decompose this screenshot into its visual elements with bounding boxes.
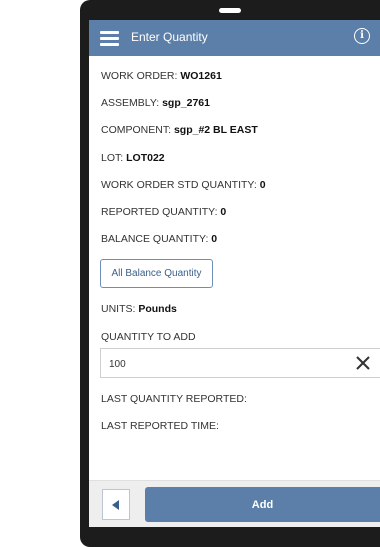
back-button[interactable] xyxy=(102,489,130,520)
wo-std-quantity-value: 0 xyxy=(259,179,266,191)
app-header: Enter Quantity i xyxy=(89,20,380,56)
info-icon[interactable]: i xyxy=(354,28,370,44)
units-row: UNITS: Pounds xyxy=(101,303,177,315)
work-order-row: WORK ORDER: WO1261 xyxy=(101,70,222,82)
balance-quantity-value: 0 xyxy=(211,233,218,245)
units-value: Pounds xyxy=(138,303,177,315)
component-value: sgp_#2 BL EAST xyxy=(173,124,258,136)
work-order-label: WORK ORDER: xyxy=(101,70,178,82)
wo-std-quantity-row: WORK ORDER STD QUANTITY: 0 xyxy=(101,179,266,191)
reported-quantity-row: REPORTED QUANTITY: 0 xyxy=(101,206,226,218)
wo-std-quantity-label: WORK ORDER STD QUANTITY: xyxy=(101,179,257,191)
balance-quantity-label: BALANCE QUANTITY: xyxy=(101,233,209,245)
last-quantity-reported-label: LAST QUANTITY REPORTED: xyxy=(101,393,247,405)
page-title: Enter Quantity xyxy=(131,30,208,44)
quantity-field xyxy=(100,348,380,378)
component-label: COMPONENT: xyxy=(101,124,172,136)
close-icon[interactable] xyxy=(354,354,372,372)
quantity-to-add-label: QUANTITY TO ADD xyxy=(101,331,196,343)
assembly-value: sgp_2761 xyxy=(162,97,210,109)
balance-quantity-row: BALANCE QUANTITY: 0 xyxy=(101,233,217,245)
lot-row: LOT: LOT022 xyxy=(101,152,165,164)
footer-bar: Add xyxy=(89,480,380,527)
last-reported-time-label: LAST REPORTED TIME: xyxy=(101,420,219,432)
all-balance-quantity-button[interactable]: All Balance Quantity xyxy=(100,259,213,288)
lot-value: LOT022 xyxy=(126,152,165,164)
quantity-input[interactable] xyxy=(109,356,339,372)
back-arrow-icon xyxy=(112,499,119,510)
assembly-row: ASSEMBLY: sgp_2761 xyxy=(101,97,210,109)
app-screen: Enter Quantity i WORK ORDER: WO1261 ASSE… xyxy=(89,20,380,527)
assembly-label: ASSEMBLY: xyxy=(101,97,160,109)
reported-quantity-value: 0 xyxy=(220,206,227,218)
hamburger-menu-icon[interactable] xyxy=(100,29,119,47)
lot-label: LOT: xyxy=(101,152,124,164)
work-order-value: WO1261 xyxy=(180,70,222,82)
reported-quantity-label: REPORTED QUANTITY: xyxy=(101,206,218,218)
last-quantity-reported-row: LAST QUANTITY REPORTED: xyxy=(101,393,247,405)
component-row: COMPONENT: sgp_#2 BL EAST xyxy=(101,124,258,136)
units-label: UNITS: xyxy=(101,303,136,315)
page: Enter Quantity i WORK ORDER: WO1261 ASSE… xyxy=(0,0,380,547)
add-button[interactable]: Add xyxy=(145,487,380,522)
last-reported-time-row: LAST REPORTED TIME: xyxy=(101,420,219,432)
device-speaker xyxy=(219,8,241,13)
